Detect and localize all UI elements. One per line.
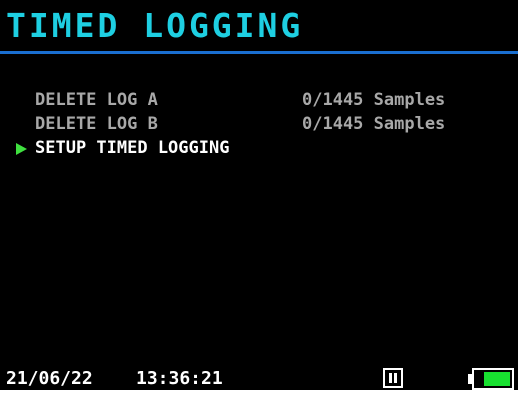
battery-level-fill	[484, 372, 510, 386]
menu-list: DELETE LOG A 0/1445 Samples DELETE LOG B…	[0, 88, 518, 160]
status-date: 21/06/22	[6, 368, 93, 389]
menu-item-label: SETUP TIMED LOGGING	[35, 138, 230, 158]
pause-bar	[389, 373, 392, 383]
menu-item-delete-log-b[interactable]: DELETE LOG B 0/1445 Samples	[0, 112, 518, 136]
pause-icon	[383, 368, 403, 388]
menu-item-value: 0/1445 Samples	[302, 90, 446, 110]
menu-item-value: 0/1445 Samples	[302, 114, 446, 134]
title-divider	[0, 51, 518, 54]
device-screen: TIMED LOGGING DELETE LOG A 0/1445 Sample…	[0, 0, 518, 390]
screen-title: TIMED LOGGING	[6, 6, 304, 45]
menu-item-label: DELETE LOG A	[35, 90, 158, 110]
menu-item-setup-timed-logging[interactable]: SETUP TIMED LOGGING	[0, 136, 518, 160]
battery-icon	[468, 368, 516, 390]
selection-pointer-icon	[16, 143, 27, 155]
status-time: 13:36:21	[136, 368, 223, 389]
menu-item-delete-log-a[interactable]: DELETE LOG A 0/1445 Samples	[0, 88, 518, 112]
pause-bar	[394, 373, 397, 383]
menu-item-label: DELETE LOG B	[35, 114, 158, 134]
battery-body	[472, 368, 514, 390]
